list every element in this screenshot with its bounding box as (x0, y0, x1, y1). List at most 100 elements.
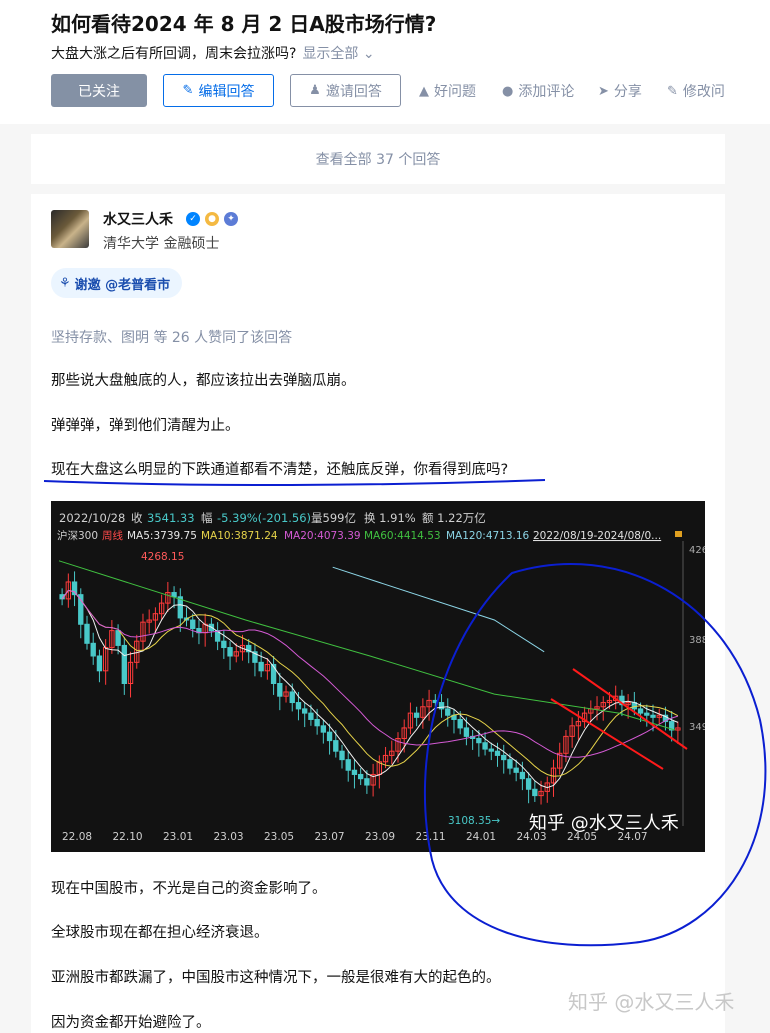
candle-body (345, 759, 351, 771)
candle-body (320, 725, 327, 733)
y-tick-label: 349 (689, 722, 705, 733)
chart-turnover: 换 1.91% (364, 511, 416, 525)
candle-body (507, 759, 513, 769)
candle-body (84, 623, 90, 644)
add-comment-button[interactable]: ● 添加评论 (502, 81, 574, 101)
invite-answer-label: 邀请回答 (325, 83, 382, 100)
question-title: 如何看待2024 年 8 月 2 日A股市场行情? (51, 12, 437, 36)
creator-badge-icon: ✦ (224, 212, 238, 226)
medal-icon: ● (205, 212, 219, 226)
chart-change-label: 幅 (201, 511, 213, 525)
candle-body (115, 630, 121, 646)
author-bio: 清华大学 金融硕士 (103, 236, 220, 252)
candle-body (413, 712, 420, 718)
candle-body (488, 748, 494, 752)
invite-icon: ⚘ (59, 275, 71, 291)
candle-body (289, 691, 295, 704)
candle-body (171, 592, 177, 598)
candle-body (650, 714, 656, 718)
edit-question-button[interactable]: ✎ 修改问 (667, 81, 725, 101)
send-icon: ➤ (598, 83, 609, 99)
chart-ma5: MA5:3739.75 (127, 530, 197, 542)
x-tick-label: 23.01 (163, 831, 193, 843)
x-tick-label: 23.09 (365, 831, 395, 843)
candle-body (71, 581, 78, 596)
candle-body (190, 619, 196, 629)
ma20-line (61, 589, 679, 758)
candle-body (308, 712, 314, 720)
chart-close: 3541.33 (147, 511, 195, 525)
low-price-label: 3108.35→ (448, 815, 500, 827)
candle-body (121, 644, 127, 685)
pencil-icon: ✎ (667, 83, 678, 99)
candle-body (519, 771, 526, 780)
chart-range: 2022/08/19-2024/08/0... (533, 530, 661, 542)
ma60-line (58, 560, 675, 731)
page-watermark: 知乎 @水又三人禾 (568, 990, 735, 1014)
candle-body (513, 767, 519, 773)
candle-body (637, 708, 644, 714)
write-answer-button[interactable]: ✎ 编辑回答 (163, 74, 274, 107)
candle-body (644, 712, 650, 716)
good-question-label: 好问题 (434, 84, 476, 100)
x-tick-label: 22.08 (62, 831, 92, 843)
author-name[interactable]: 水又三人禾 (103, 209, 173, 229)
voters-summary[interactable]: 坚持存款、图明 等 26 人赞同了该回答 (51, 327, 292, 347)
verified-icon: ✓ (186, 212, 200, 226)
follow-button[interactable]: 已关注 (51, 74, 147, 107)
good-question-button[interactable]: ▲ 好问题 (419, 81, 476, 101)
chart-ma60: MA60:4414.53 (364, 530, 441, 542)
ma120-line (332, 566, 545, 653)
candle-body (432, 699, 438, 704)
candle-body (357, 773, 364, 780)
ma10-line (61, 589, 679, 777)
share-label: 分享 (613, 84, 642, 100)
paragraph: 因为资金都开始避险了。 (51, 1015, 211, 1031)
edit-question-label: 修改问 (682, 84, 725, 100)
x-tick-label: 23.03 (214, 831, 244, 843)
x-tick-label: 22.10 (113, 831, 143, 843)
invite-thanks-tag[interactable]: ⚘ 谢邀 @老普看市 (51, 268, 183, 298)
x-tick-label: 24.01 (466, 831, 496, 843)
y-tick-label: 426 (689, 545, 705, 556)
paragraph: 现在中国股市，不光是自己的资金影响了。 (51, 881, 327, 897)
show-all-link[interactable]: 显示全部 ⌄ (302, 46, 374, 62)
candle-body (326, 731, 333, 742)
candle-body (494, 750, 501, 756)
chart-date: 2022/10/28 (59, 511, 125, 525)
chart-period: 周线 (102, 529, 123, 542)
view-all-answers-button[interactable]: 查看全部 37 个回答 (31, 134, 725, 184)
x-tick-label: 23.05 (264, 831, 294, 843)
chart-ma20: MA20:4073.39 (284, 530, 361, 542)
high-price-label: 4268.15 (141, 551, 184, 563)
paragraph: 弹弹弹，弹到他们清醒为止。 (51, 418, 240, 434)
write-answer-label: 编辑回答 (198, 83, 255, 100)
candlestick-chart: 2022/10/28 收 3541.33 幅 -5.39%(-201.56) 量… (57, 511, 708, 843)
candle-body (501, 754, 507, 761)
share-button[interactable]: ➤ 分享 (598, 81, 642, 101)
paragraph: 亚洲股市都跌漏了，中国股市这种情况下，一般是很难有大的起色的。 (51, 970, 501, 986)
stock-chart-image: 2022/10/28 收 3541.33 幅 -5.39%(-201.56) 量… (51, 501, 708, 852)
candle-body (295, 702, 302, 710)
paragraph: 现在大盘这么明显的下跌通道都看不清楚，还触底反弹，你看得到底吗? (51, 462, 509, 478)
paragraph: 那些说大盘触底的人，都应该拉出去弹脑瓜崩。 (51, 373, 356, 389)
avatar[interactable] (51, 210, 89, 248)
y-tick-label: 388 (689, 635, 705, 646)
candle-body (227, 647, 233, 657)
lock-icon (675, 531, 682, 537)
invite-thanks-label: 谢邀 @老普看市 (74, 277, 171, 293)
candle-body (96, 655, 103, 672)
candle-body (532, 788, 538, 797)
candle-body (314, 718, 320, 727)
chevron-down-icon: ⌄ (362, 46, 375, 62)
comment-icon: ● (502, 83, 514, 99)
paragraph: 全球股市现在都在担心经济衰退。 (51, 925, 269, 941)
chart-volume: 量599亿 (311, 511, 356, 525)
candle-body (339, 750, 345, 761)
candle-body (457, 718, 463, 729)
question-detail: 大盘大涨之后有所回调，周末会拉涨吗? (51, 46, 297, 62)
candle-body (476, 738, 482, 744)
invite-answer-button[interactable]: ♟ 邀请回答 (290, 74, 401, 107)
candle-body (90, 642, 96, 657)
candle-body (302, 708, 308, 714)
